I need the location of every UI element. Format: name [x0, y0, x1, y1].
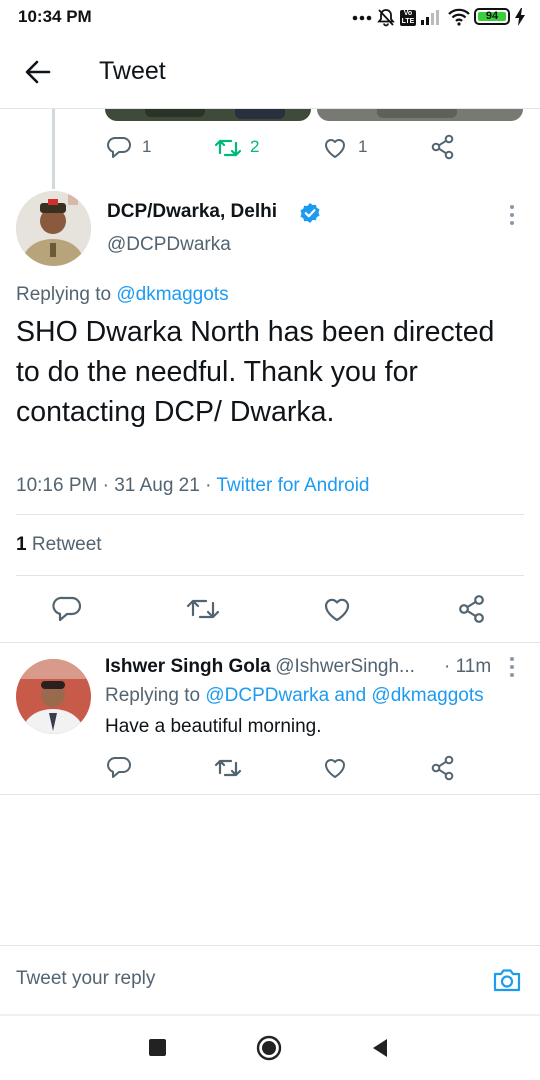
- silent-bell-icon: [377, 9, 395, 27]
- reply-age: · 11m: [444, 656, 492, 677]
- reply-icon[interactable]: [106, 755, 132, 781]
- replying-to-line: Replying to @dkmaggots: [16, 284, 229, 306]
- reply-input[interactable]: Tweet your reply: [16, 968, 456, 990]
- back-arrow-icon: [25, 60, 51, 84]
- retweet-icon[interactable]: [186, 594, 220, 624]
- share-icon[interactable]: [430, 755, 456, 781]
- display-name[interactable]: DCP/Dwarka, Delhi: [107, 201, 277, 223]
- like-icon[interactable]: [322, 594, 352, 624]
- retweet-stats[interactable]: 1 Retweet: [16, 534, 102, 556]
- status-time: 10:34 PM: [18, 7, 92, 26]
- retweet-button[interactable]: 2: [214, 134, 270, 162]
- author-handle[interactable]: @DCPDwarka: [107, 234, 231, 256]
- media-thumbnail[interactable]: [317, 109, 523, 121]
- replying-to-link[interactable]: @dkmaggots: [116, 284, 228, 305]
- charging-icon: [515, 8, 525, 26]
- volte-badge: Vo LTE: [400, 10, 416, 26]
- reply-replying-to-link[interactable]: @DCPDwarka and @dkmaggots: [205, 685, 483, 706]
- verified-icon: [300, 203, 320, 223]
- nav-square-icon[interactable]: [149, 1039, 166, 1056]
- share-button[interactable]: [430, 134, 458, 162]
- reply-icon[interactable]: [52, 594, 82, 624]
- stats-divider-top: [16, 514, 524, 515]
- reply-icon: [107, 137, 131, 158]
- composer-divider: [0, 945, 540, 946]
- back-button[interactable]: [22, 57, 56, 87]
- like-button[interactable]: 1: [322, 134, 372, 162]
- battery-level: 94: [485, 10, 499, 22]
- media-thumbnail[interactable]: [105, 109, 311, 121]
- more-icon[interactable]: [506, 204, 518, 226]
- reply-button[interactable]: 1: [106, 134, 156, 162]
- like-count: 1: [358, 137, 368, 156]
- more-icon[interactable]: [506, 656, 518, 678]
- battery-indicator: 94: [474, 8, 510, 25]
- retweet-count: 2: [250, 137, 260, 156]
- replying-prefix: Replying to: [16, 284, 112, 305]
- reply-handle[interactable]: @IshwerSingh...: [275, 656, 415, 677]
- wifi-icon: [448, 8, 470, 26]
- reply-divider: [0, 794, 540, 795]
- avatar[interactable]: [16, 191, 91, 266]
- composer-bottom-border: [0, 1014, 540, 1016]
- avatar[interactable]: [16, 659, 91, 734]
- more-dots-icon: [352, 15, 372, 21]
- retweet-stat-label: Retweet: [31, 534, 102, 555]
- signal-icon: [421, 10, 439, 25]
- reply-count: 1: [142, 137, 152, 156]
- retweet-icon[interactable]: [214, 755, 242, 781]
- camera-icon[interactable]: [492, 965, 522, 995]
- nav-back-icon[interactable]: [370, 1038, 390, 1058]
- nav-circle-icon[interactable]: [256, 1035, 282, 1061]
- like-icon: [325, 139, 345, 158]
- like-icon[interactable]: [322, 755, 348, 781]
- tweet-time: 10:16 PM: [16, 475, 98, 496]
- avatar-photo: [16, 659, 91, 734]
- meta-separator: ·: [102, 475, 109, 496]
- reply-replying-prefix: Replying to: [105, 685, 201, 706]
- reply-text: Have a beautiful morning.: [105, 716, 322, 737]
- share-icon: [431, 134, 454, 160]
- retweet-icon: [214, 139, 242, 157]
- reply-display-name[interactable]: Ishwer Singh Gola: [105, 656, 271, 677]
- thread-line: [52, 109, 55, 189]
- tweet-source[interactable]: Twitter for Android: [216, 475, 369, 496]
- tweet-timestamp: 10:16 PM · 31 Aug 21 · Twitter for Andro…: [16, 475, 369, 497]
- stats-divider-bottom: [16, 575, 524, 576]
- meta-separator: ·: [205, 475, 212, 496]
- tweet-text: SHO Dwarka North has been directed to do…: [16, 316, 495, 428]
- share-icon[interactable]: [457, 594, 487, 624]
- reply-replying-line: Replying to @DCPDwarka and @dkmaggots: [105, 685, 484, 707]
- retweet-stat-count: 1: [16, 534, 27, 555]
- tweet-date: 31 Aug 21: [114, 475, 200, 496]
- section-divider: [0, 642, 540, 643]
- avatar-photo: [16, 191, 91, 266]
- status-bar: 10:34 PM Vo LTE 94: [0, 0, 540, 36]
- page-title: Tweet: [99, 57, 166, 85]
